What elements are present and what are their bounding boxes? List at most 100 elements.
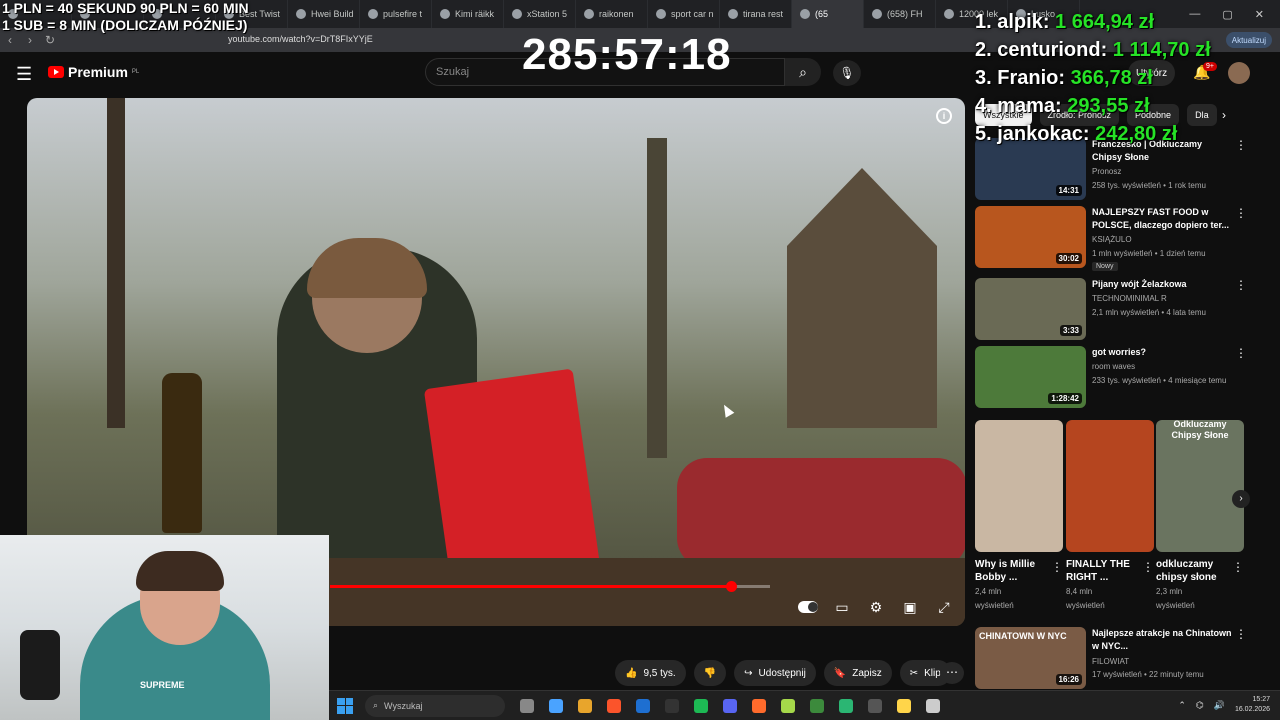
taskbar-search-input[interactable]: ⌕ Wyszukaj [365,694,505,717]
taskbar-app-icon[interactable] [926,698,940,713]
browser-tab[interactable]: Hwei Build [288,0,360,28]
hamburger-menu-icon[interactable]: ☰ [16,64,32,85]
dislike-button[interactable]: 👎 [693,660,727,686]
miniplayer-icon[interactable]: ▣ [900,598,920,616]
video-title[interactable]: Pijany wójt Żelazkowa [1092,278,1232,291]
more-options-icon[interactable]: ⋮ [1235,206,1247,220]
browser-tab[interactable]: (658) FH [864,0,936,28]
settings-gear-icon[interactable]: ⚙ [866,598,886,616]
taskbar-app-icon[interactable] [578,698,592,713]
taskbar-app-icon[interactable] [868,698,882,713]
browser-tab[interactable]: (65 [792,0,864,28]
browser-tab[interactable]: pulsefire t [360,0,432,28]
more-options-icon[interactable]: ⋮ [1235,627,1247,641]
video-progress-bar[interactable] [330,585,770,588]
short-thumbnail[interactable] [975,420,1063,552]
video-title[interactable]: NAJLEPSZY FAST FOOD w POLSCE, dlaczego d… [1092,206,1232,232]
video-thumbnail[interactable]: 1:28:42 [975,346,1086,408]
browser-tab[interactable]: tirana rest [720,0,792,28]
fullscreen-icon[interactable]: ⤢ [934,598,954,616]
more-options-icon[interactable]: ⋮ [1235,278,1247,292]
chevron-right-icon[interactable]: › [1222,108,1226,122]
video-scene-hut [787,168,937,428]
short-item[interactable]: Why is Millie Bobby ... 2,4 mln wyświetleń… [975,420,1063,612]
taskbar-app-icon[interactable] [781,698,795,713]
video-scrubber-handle[interactable] [726,581,737,592]
list-item[interactable]: 30:02 NAJLEPSZY FAST FOOD w POLSCE, dlacz… [975,206,1265,272]
taskbar-app-icon[interactable] [810,698,824,713]
taskbar-app-icon[interactable] [607,698,621,713]
taskbar-app-icon[interactable] [694,698,708,713]
browser-tab[interactable]: raikonen [576,0,648,28]
tab-favicon-icon [440,9,450,19]
short-item[interactable]: odkluczamy chipsy słone 2,3 mln wyświetleń… [1156,420,1244,612]
update-button[interactable]: Aktualizuj [1225,32,1272,48]
info-icon[interactable]: i [936,108,952,124]
taskbar-app-icon[interactable] [723,698,737,713]
tab-favicon-icon [584,9,594,19]
short-title[interactable]: odkluczamy chipsy słone [1156,558,1226,584]
browser-tab[interactable]: xStation 5 [504,0,576,28]
list-item[interactable]: 3:33 Pijany wójt Żelazkowa TECHNOMINIMAL R… [975,278,1265,344]
more-options-icon[interactable]: ⋮ [1142,560,1154,574]
voice-search-button[interactable]: 🎙 [833,60,861,86]
channel-name[interactable]: TECHNOMINIMAL R [1092,294,1167,303]
youtube-logo[interactable]: Premium PL [48,64,139,80]
back-icon[interactable]: ‹ [0,33,20,47]
taskbar-app-icon[interactable] [549,698,563,713]
webcam-overlay: SUPREME [0,535,329,720]
channel-name[interactable]: room waves [1092,362,1135,371]
duration-badge: 16:26 [1055,674,1082,685]
subtitles-icon[interactable]: ▭ [832,598,852,616]
taskbar-app-icon[interactable] [520,698,534,713]
video-title[interactable]: got worries? [1092,346,1232,359]
avatar[interactable] [1228,62,1250,84]
taskbar-pinned-apps [505,698,940,713]
like-button[interactable]: 👍 9,5 tys. [615,660,686,686]
forward-icon[interactable]: › [20,33,40,47]
url-field[interactable]: youtube.com/watch?v=DrT8FIxYYjE [228,34,373,44]
browser-tab[interactable]: Kimi räikk [432,0,504,28]
thumbs-down-icon: 👎 [703,667,717,679]
taskbar-app-icon[interactable] [839,698,853,713]
channel-name[interactable]: FILOWIAT [1092,657,1129,666]
short-thumbnail[interactable] [1066,420,1154,552]
list-item[interactable]: CHINATOWN W NYC 16:26 Najlepsze atrakcje… [975,627,1265,693]
list-item[interactable]: 1:28:42 got worries? room waves 233 tys. wy… [975,346,1265,412]
short-item[interactable]: FINALLY THE RIGHT ... 8,4 mln wyświetleń ⋮ [1066,420,1154,612]
network-icon[interactable]: ⌬ [1196,700,1204,711]
taskbar-app-icon[interactable] [636,698,650,713]
windows-start-icon[interactable] [337,697,353,714]
taskbar-clock[interactable]: 15:27 16.02.2026 [1235,695,1270,715]
short-title[interactable]: Why is Millie Bobby ... [975,558,1045,584]
more-actions-button[interactable]: ⋯ [940,662,964,684]
taskbar-app-icon[interactable] [665,698,679,713]
search-button[interactable]: ⌕ [785,58,821,86]
autoplay-toggle[interactable] [798,598,818,616]
video-title[interactable]: Najlepsze atrakcje na Chinatown w NYC... [1092,627,1232,653]
reload-icon[interactable]: ↻ [40,33,60,47]
share-button[interactable]: ↪ Udostępnij [734,660,816,686]
short-title[interactable]: FINALLY THE RIGHT ... [1066,558,1136,584]
browser-tab[interactable]: sport car n [648,0,720,28]
channel-name[interactable]: KSIĄŻULO [1092,235,1132,244]
more-options-icon[interactable]: ⋮ [1051,560,1063,574]
more-options-icon[interactable]: ⋮ [1235,346,1247,360]
maximize-button[interactable]: ▢ [1222,8,1232,21]
video-thumbnail[interactable]: 3:33 [975,278,1086,340]
save-button[interactable]: 🔖 Zapisz [823,660,892,686]
taskbar-app-icon[interactable] [752,698,766,713]
video-scene-tree [647,138,667,458]
more-options-icon[interactable]: ⋮ [1232,560,1244,574]
channel-name[interactable]: Pronosz [1092,167,1121,176]
volume-icon[interactable]: 🔊 [1214,700,1225,711]
close-window-button[interactable]: ✕ [1255,8,1264,21]
tab-label: tirana rest [743,9,784,19]
short-views: 2,4 mln [975,587,1002,596]
shorts-next-chevron-icon[interactable]: › [1232,490,1250,508]
chevron-up-icon[interactable]: ⌃ [1178,700,1186,711]
video-thumbnail[interactable]: 30:02 [975,206,1086,268]
taskbar-app-icon[interactable] [897,698,911,713]
duration-badge: 3:33 [1059,325,1082,336]
more-options-icon[interactable]: ⋮ [1235,138,1247,152]
